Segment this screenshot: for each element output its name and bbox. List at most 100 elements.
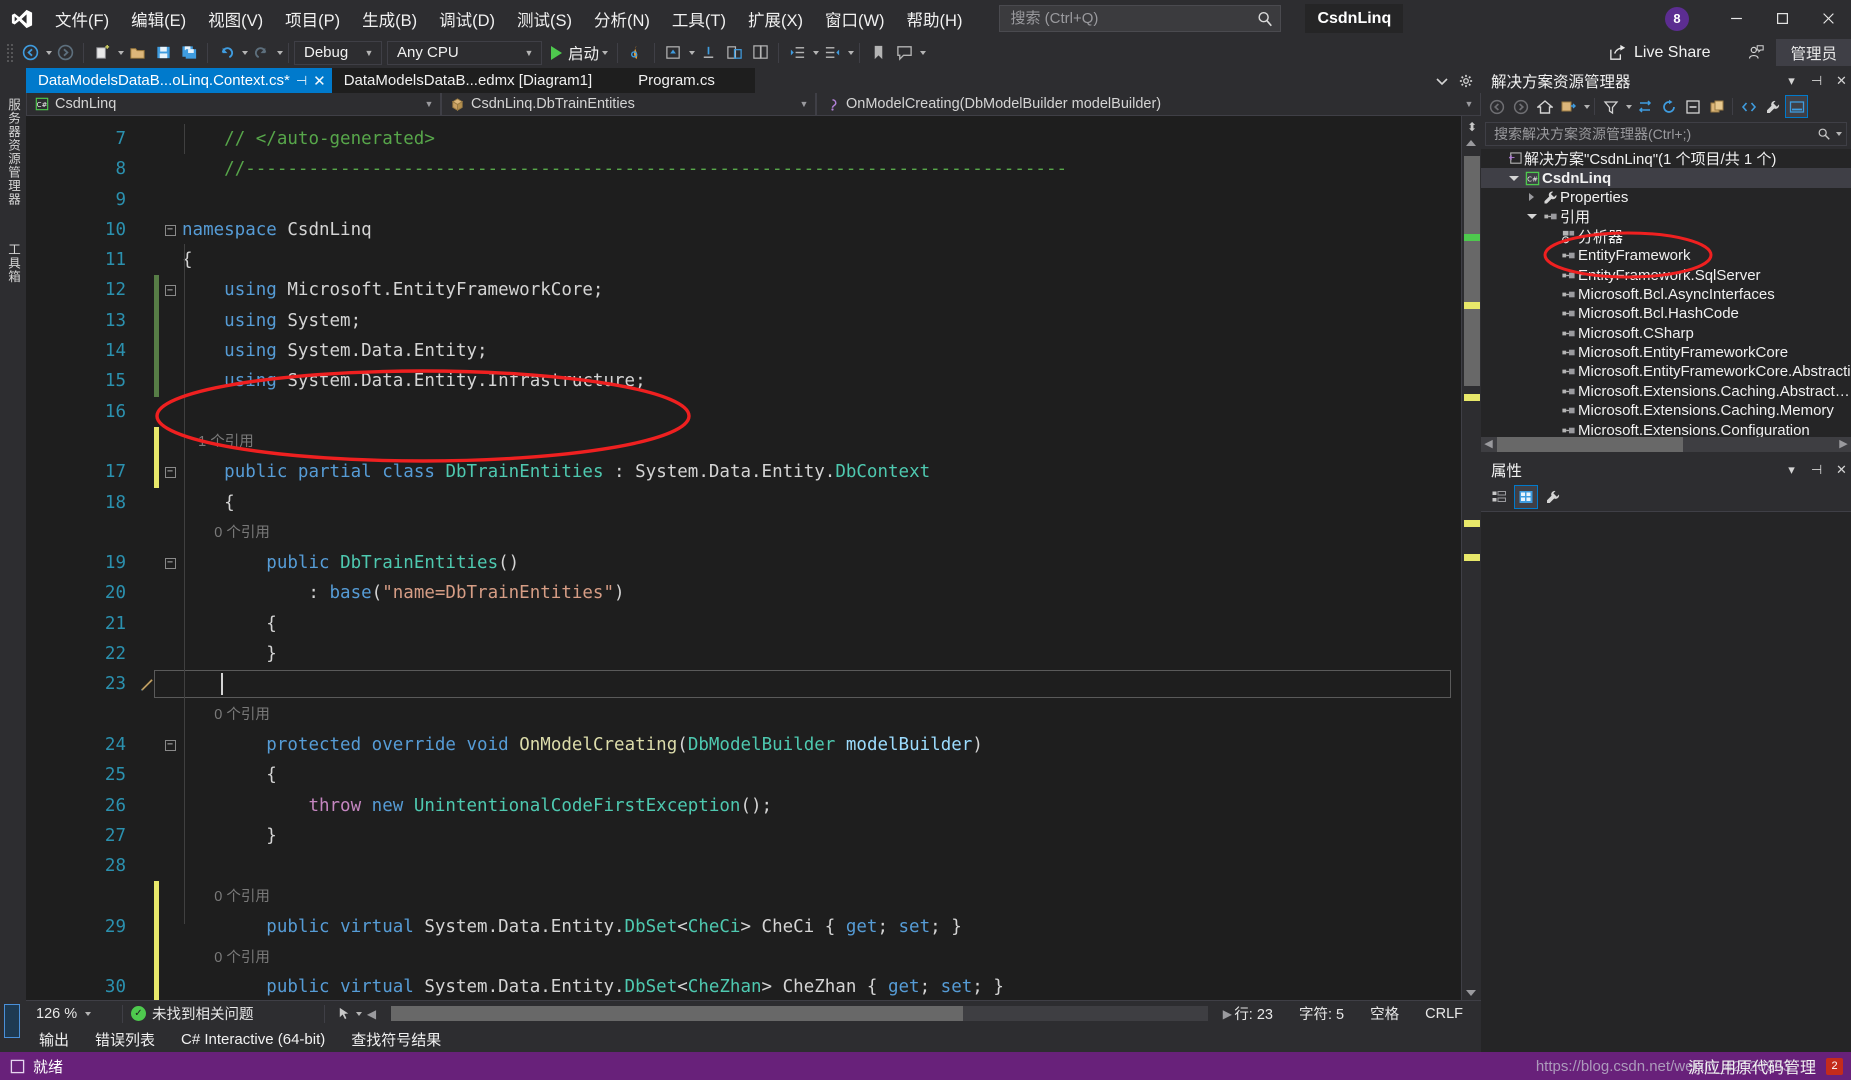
comment-button[interactable] [891, 40, 917, 66]
properties-close-button[interactable]: ✕ [1832, 460, 1851, 479]
code-line[interactable]: 23 [26, 669, 1461, 699]
code-line[interactable]: 26 throw new UnintentionalCodeFirstExcep… [26, 791, 1461, 821]
editor-horizontal-scrollbar[interactable] [390, 1006, 1209, 1021]
code-lines[interactable]: 7 // </auto-generated> 8 //--------------… [26, 124, 1461, 1000]
user-badge[interactable]: 8 [1665, 6, 1689, 31]
search-input[interactable] [1010, 10, 1257, 27]
chevron-down-icon[interactable]: ▼ [422, 99, 436, 109]
se-view-code-button[interactable] [1737, 95, 1760, 118]
code-line[interactable]: 27 } [26, 821, 1461, 851]
menu-project[interactable]: 项目(P) [274, 0, 351, 37]
code-line[interactable]: 12 − using Microsoft.EntityFrameworkCore; [26, 275, 1461, 306]
solution-tree-item[interactable]: Microsoft.EntityFrameworkCore.Abstracti [1481, 362, 1851, 381]
codelens-row[interactable]: 0 个引用 [26, 700, 1461, 730]
selection-mode-button[interactable] [333, 1001, 365, 1027]
code-line[interactable]: 18 { [26, 488, 1461, 518]
solution-explorer-search-input[interactable] [1494, 126, 1817, 142]
solution-tree-item[interactable]: Microsoft.Bcl.HashCode [1481, 304, 1851, 323]
properties-pin-button[interactable]: ⊣ [1807, 460, 1826, 479]
se-refresh-button[interactable] [1657, 95, 1680, 118]
solution-tree-item[interactable]: Microsoft.Extensions.Configuration [1481, 420, 1851, 437]
left-strip-handle[interactable] [4, 1004, 20, 1038]
solution-tree-item[interactable]: C# CsdnLinq [1481, 168, 1851, 188]
menu-analyze[interactable]: 分析(N) [583, 0, 661, 37]
navbar-type-combo[interactable]: CsdnLinq.DbTrainEntities ▼ [441, 93, 816, 115]
chevron-down-icon[interactable]: ▼ [521, 48, 537, 58]
scroll-down-button[interactable] [1466, 990, 1476, 996]
tab-csharp-interactive[interactable]: C# Interactive (64-bit) [168, 1026, 338, 1052]
menu-build[interactable]: 生成(B) [351, 0, 428, 37]
code-line[interactable]: 25 { [26, 760, 1461, 790]
menu-window[interactable]: 窗口(W) [814, 0, 896, 37]
minimize-button[interactable] [1713, 0, 1759, 37]
code-line[interactable]: 8 //------------------------------------… [26, 154, 1461, 184]
toolbar-grip[interactable] [6, 42, 14, 63]
indentation-indicator[interactable]: 空格 [1370, 1003, 1399, 1024]
menu-file[interactable]: 文件(F) [44, 0, 120, 37]
properties-dropdown-button[interactable]: ▾ [1782, 460, 1801, 479]
expander-expanded-icon[interactable] [1505, 175, 1522, 181]
chevron-down-icon[interactable] [355, 1011, 362, 1016]
hscroll-left-button[interactable]: ◀ [365, 1007, 379, 1021]
solution-explorer-horizontal-scrollbar[interactable]: ◀ ▶ [1481, 437, 1851, 452]
collapse-outline-button[interactable]: − [160, 739, 180, 751]
solution-configuration-combo[interactable]: Debug ▼ [294, 40, 382, 65]
menu-debug[interactable]: 调试(D) [428, 0, 506, 37]
se-properties-button[interactable] [1761, 95, 1784, 118]
code-line[interactable]: 19 − public DbTrainEntities() [26, 548, 1461, 578]
comment-dropdown-icon[interactable] [920, 50, 927, 55]
tab-find-symbol-results[interactable]: 查找符号结果 [338, 1026, 454, 1052]
solution-platform-combo[interactable]: Any CPU ▼ [387, 40, 542, 65]
editor-vertical-scrollbar[interactable]: ⬍ [1461, 116, 1481, 1000]
solution-tree-item[interactable]: Microsoft.Bcl.AsyncInterfaces [1481, 285, 1851, 304]
solution-tree-item[interactable]: i 分析器 [1481, 227, 1851, 246]
code-line[interactable]: 28 [26, 851, 1461, 881]
se-switch-views-button[interactable] [1557, 95, 1580, 118]
se-sync-button[interactable] [1633, 95, 1656, 118]
indent-button[interactable] [784, 40, 810, 66]
collapse-outline-button[interactable]: − [160, 224, 180, 236]
save-all-button[interactable] [176, 40, 202, 66]
navigate-forward-button[interactable] [52, 40, 78, 66]
tab-output[interactable]: 输出 [26, 1026, 82, 1052]
code-line[interactable]: 21 { [26, 609, 1461, 639]
solution-explorer-tree[interactable]: 解决方案"CsdnLinq"(1 个项目/共 1 个) C# CsdnLinq Pro… [1481, 149, 1851, 437]
hscrollbar-thumb[interactable] [390, 1006, 963, 1021]
solution-tree-item[interactable]: 解决方案"CsdnLinq"(1 个项目/共 1 个) [1481, 149, 1851, 168]
panel-close-button[interactable]: ✕ [1832, 71, 1851, 90]
code-line[interactable]: 9 [26, 185, 1461, 215]
chevron-down-icon[interactable]: ▼ [1462, 99, 1476, 109]
collapse-outline-button[interactable]: − [160, 557, 180, 569]
se-filter-dropdown-icon[interactable] [1626, 104, 1632, 109]
hscrollbar-thumb[interactable] [1497, 437, 1683, 452]
code-line[interactable]: 29 public virtual System.Data.Entity.DbS… [26, 911, 1461, 943]
solution-tree-item[interactable]: 引用 [1481, 207, 1851, 226]
code-line[interactable]: 30 public virtual System.Data.Entity.DbS… [26, 972, 1461, 1000]
quick-launch-search[interactable] [999, 5, 1282, 32]
code-editor[interactable]: 7 // </auto-generated> 8 //--------------… [26, 116, 1461, 1000]
code-line[interactable]: 10 − namespace CsdnLinq [26, 215, 1461, 245]
panel-dropdown-button[interactable]: ▾ [1782, 71, 1801, 90]
open-file-button[interactable] [124, 40, 150, 66]
solution-tree-item[interactable]: EntityFramework.SqlServer [1481, 265, 1851, 284]
se-switch-views-dropdown-icon[interactable] [1584, 104, 1590, 109]
solution-tree-item[interactable]: Microsoft.EntityFrameworkCore [1481, 343, 1851, 362]
save-button[interactable] [150, 40, 176, 66]
outdent-button[interactable] [819, 40, 845, 66]
outdent-dropdown-icon[interactable] [848, 50, 855, 55]
start-debugging-button[interactable]: 启动 [547, 40, 612, 66]
code-line[interactable]: 7 // </auto-generated> [26, 124, 1461, 154]
code-line[interactable]: 24 − protected override void OnModelCreat… [26, 730, 1461, 760]
se-pending-changes-filter-button[interactable] [1599, 95, 1622, 118]
codelens-row[interactable]: 1 个引用 [26, 426, 1461, 458]
menu-view[interactable]: 视图(V) [197, 0, 274, 37]
source-control-text[interactable]: 源应用原代码管理 [1688, 1054, 1816, 1078]
chevron-down-icon[interactable] [1836, 132, 1842, 136]
menu-extensions[interactable]: 扩展(X) [737, 0, 814, 37]
line-ending-indicator[interactable]: CRLF [1425, 1006, 1463, 1022]
problems-indicator[interactable]: ✓ 未找到相关问题 [131, 1003, 254, 1024]
live-share-button[interactable]: Live Share [1598, 40, 1721, 66]
zoom-level-combo[interactable]: 126 % [26, 1006, 114, 1022]
tab-context-cs[interactable]: DataModelsDataB...oLinq.Context.cs* ⊣ ✕ [26, 68, 332, 93]
chevron-down-icon[interactable]: ▼ [361, 48, 377, 58]
